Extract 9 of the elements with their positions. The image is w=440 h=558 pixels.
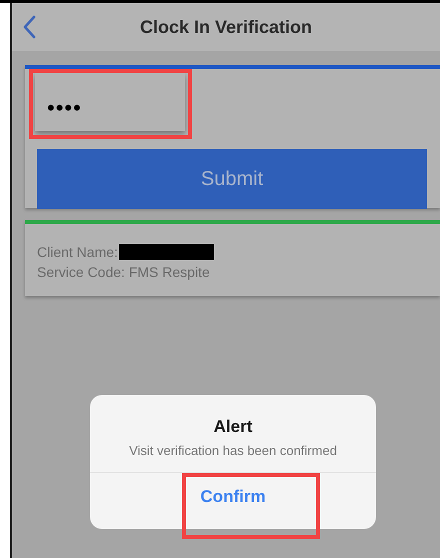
alert-message: Visit verification has been confirmed [128, 443, 338, 458]
back-icon[interactable] [22, 15, 36, 39]
client-name-label: Client Name: [37, 243, 118, 262]
confirm-button[interactable]: Confirm [194, 484, 272, 510]
service-code-text: Service Code: FMS Respite [37, 263, 211, 282]
submit-button[interactable]: Submit [37, 149, 427, 209]
screen-title: Clock In Verification [140, 16, 312, 38]
alert-title: Alert [212, 417, 254, 437]
pin-field[interactable]: •••• [35, 73, 185, 131]
